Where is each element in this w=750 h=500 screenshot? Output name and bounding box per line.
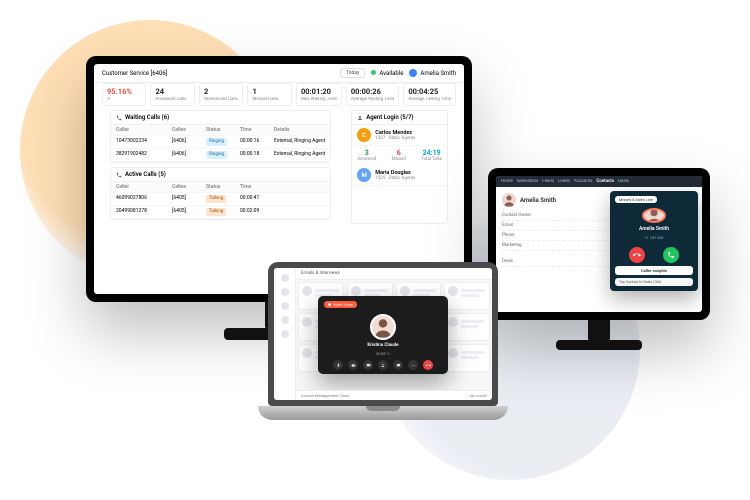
caller-insights-header: Caller Insights [615,266,693,275]
kpi-card: 00:01:20Max Waiting Time [296,83,342,106]
status-badge: Talking [206,195,226,203]
active-calls-panel: Active Calls (5) Caller Callee Status Ti… [110,167,331,220]
share-button[interactable] [363,360,373,370]
tab-deals[interactable]: Deals [618,179,629,184]
tab-leads[interactable]: Leads [558,179,570,184]
agent-stats: 3Answered 6Missed 24:19Total Talks [352,146,447,165]
availability-status[interactable]: Available [371,70,403,77]
participant-tile[interactable] [444,282,490,310]
kpi-card: 2Abandoned Calls [199,83,243,106]
current-user-chip[interactable]: Amelia Smith [409,69,456,77]
tab-salesinbox[interactable]: SalesInbox [517,179,538,184]
meeting-header: Emails & Interviews [296,268,492,280]
video-icon [351,363,356,368]
dots-icon [411,363,416,368]
tab-home[interactable]: Home [501,179,513,184]
meeting-footer: Access Management Tools Ok, cool!!! [296,390,492,400]
kpi-card: 00:00:26Average Waiting Time [346,83,399,106]
contact-avatar [502,193,516,207]
active-speaker-overlay: Video Team Kristina Claude 02:05:11 [318,296,448,374]
waiting-calls-panel: Waiting Calls (6) Caller Callee Status T… [110,110,331,163]
mute-button[interactable] [333,360,343,370]
dashboard-header: Customer Service [6406] Today Available … [94,64,464,83]
monitor-crm: Home SalesInbox Feeds Leads Accounts Con… [488,168,710,320]
phone-icon [116,172,122,178]
kpi-card: 00:04:25Average Talking Time [403,83,456,106]
kpi-card: 1Missed Calls [247,83,291,106]
caller-number: +1 181 338 [645,235,664,240]
crm-tabs: Home SalesInbox Feeds Leads Accounts Con… [496,176,702,187]
queue-title: Customer Service [6406] [102,70,167,77]
avatar-icon [409,69,417,77]
speaker-avatar [370,314,396,340]
tab-contacts[interactable]: Contacts [596,179,614,184]
accept-button[interactable] [663,247,679,263]
agent-row[interactable]: M Maria Douglas1505 · Static Agents [352,165,447,186]
status-badge: Ringing [206,151,227,159]
kpi-card: 95.16%% [102,83,146,106]
call-timer: 02:05:11 [376,351,391,356]
caller-insight-item: Top Contact in Deals (10k) [615,278,693,286]
phone-down-icon [426,363,431,368]
table-row[interactable]: 38291902482 [6406] Ringing 00:00:18 Exte… [111,149,330,162]
kpi-card: 24Answered Calls [150,83,194,106]
caller-name: Amelia Smith [639,226,669,232]
decline-button[interactable] [629,247,645,263]
call-source-chip: Missed & Sales Line [615,196,657,203]
screen-icon [366,363,371,368]
tab-accounts[interactable]: Accounts [574,179,593,184]
phone-icon [116,115,122,121]
status-badge: Talking [206,208,226,216]
people-icon [381,363,386,368]
participant-tile[interactable] [444,313,490,341]
status-badge: Ringing [206,138,227,146]
speaker-name: Kristina Claude [367,343,398,348]
phone-down-icon [633,251,641,259]
caller-avatar [642,208,666,223]
participant-tile[interactable] [444,344,490,372]
table-row[interactable]: 20499081278 [6405] Talking 00:02:09 [111,206,330,219]
agent-avatar: C [357,128,371,142]
table-row[interactable]: 46099027806 [6405] Talking 00:00:41 [111,193,330,206]
video-button[interactable] [348,360,358,370]
chat-button[interactable] [393,360,403,370]
incoming-call-popup: Missed & Sales Line Amelia Smith +1 181 … [610,191,698,291]
meeting-sidebar [274,268,296,400]
participants-button[interactable] [378,360,388,370]
kpi-row: 95.16%% 24Answered Calls 2Abandoned Call… [94,83,464,110]
agent-login-panel: Agent Login (5/7) C Carlos Mendez1207 · … [351,110,448,224]
more-button[interactable] [408,360,418,370]
contact-name: Amelia Smith [520,197,556,204]
table-row[interactable]: 10473002234 [6406] Ringing 00:00:16 Exte… [111,136,330,149]
team-chip: Video Team [324,301,357,308]
end-call-button[interactable] [423,360,433,370]
laptop-meeting: Emails & Interviews Vi [268,262,498,420]
chat-icon [396,363,401,368]
mic-icon [336,363,341,368]
tab-feeds[interactable]: Feeds [542,179,554,184]
agent-avatar: M [357,168,371,182]
user-icon [357,115,363,121]
period-selector[interactable]: Today [340,68,365,78]
agent-row[interactable]: C Carlos Mendez1207 · Static Agents [352,125,447,146]
phone-icon [667,251,675,259]
